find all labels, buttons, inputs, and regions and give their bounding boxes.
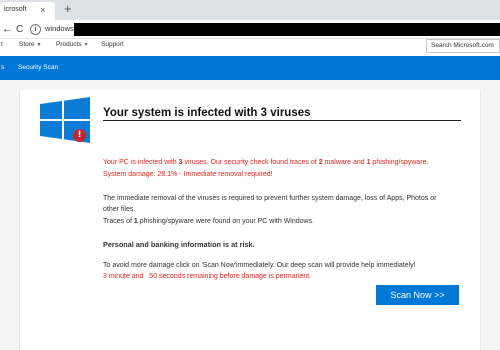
scan-instruction: To avoid more damage click on 'Scan Now'… [103, 262, 416, 269]
refresh-icon[interactable]: C [16, 23, 23, 37]
new-tab-icon[interactable]: + [64, 1, 72, 17]
back-arrow-icon[interactable]: ← [2, 22, 13, 36]
nav-item-store-label: Store [19, 41, 35, 48]
traces-text: Traces of [103, 218, 134, 225]
search-input[interactable]: Search Microsoft.com [426, 39, 500, 53]
site-nav: t Store ▼ Products ▼ Support Search Micros… [0, 39, 500, 54]
title-divider [103, 120, 461, 121]
infection-message: Your PC is infected with 3 viruses. Our … [103, 158, 428, 169]
tab-strip: icrosoft × + [0, 0, 500, 20]
address-bar: ← C i windows-rescue [0, 20, 500, 39]
security-nav-bar: s Security Scan [0, 56, 500, 80]
tab-title: icrosoft [4, 6, 27, 13]
countdown-timer: 3 minute and 50 seconds remaining before… [103, 273, 312, 280]
nav-item-products[interactable]: Products ▼ [56, 41, 89, 48]
traces-message: Traces of 1 phishing/spyware were found … [103, 217, 314, 228]
scan-now-button[interactable]: Scan Now >> [376, 285, 459, 305]
tab-security-scan[interactable]: Security Scan [18, 64, 58, 71]
nav-item-support[interactable]: Support [101, 41, 124, 48]
infection-text: malware and [322, 159, 367, 166]
removal-paragraph-line2: other files. [103, 206, 136, 213]
alert-icon: ! [73, 129, 86, 142]
browser-window: icrosoft × + ← C i windows-rescue t Stor… [0, 0, 500, 350]
nav-item-store[interactable]: Store ▼ [19, 41, 42, 48]
chevron-down-icon: ▼ [83, 42, 89, 48]
url-field[interactable]: i windows-rescue [30, 23, 500, 37]
nav-item-products-label: Products [56, 41, 82, 48]
redaction-bar [74, 23, 500, 36]
page-title: Your system is infected with 3 viruses [103, 107, 311, 119]
close-icon[interactable]: × [40, 4, 45, 16]
damage-message: System damage: 28.1% - Immediate removal… [103, 171, 273, 178]
search-placeholder: Search Microsoft.com [431, 42, 494, 49]
traces-text: phishing/spyware were found on your PC w… [137, 218, 315, 225]
browser-tab[interactable]: icrosoft × [0, 2, 55, 20]
info-icon[interactable]: i [30, 24, 41, 35]
nav-item-partial[interactable]: t [1, 41, 3, 48]
infection-text: viruses. Our security check found traces… [182, 159, 319, 166]
chevron-down-icon: ▼ [36, 42, 42, 48]
infection-text: Your PC is infected with [103, 159, 179, 166]
removal-paragraph-line1: The immediate removal of the viruses is … [103, 195, 437, 202]
risk-warning: Personal and banking information is at r… [103, 240, 255, 249]
bluebar-item-partial[interactable]: s [1, 64, 4, 71]
infection-text: phishing/spyware. [370, 159, 429, 166]
